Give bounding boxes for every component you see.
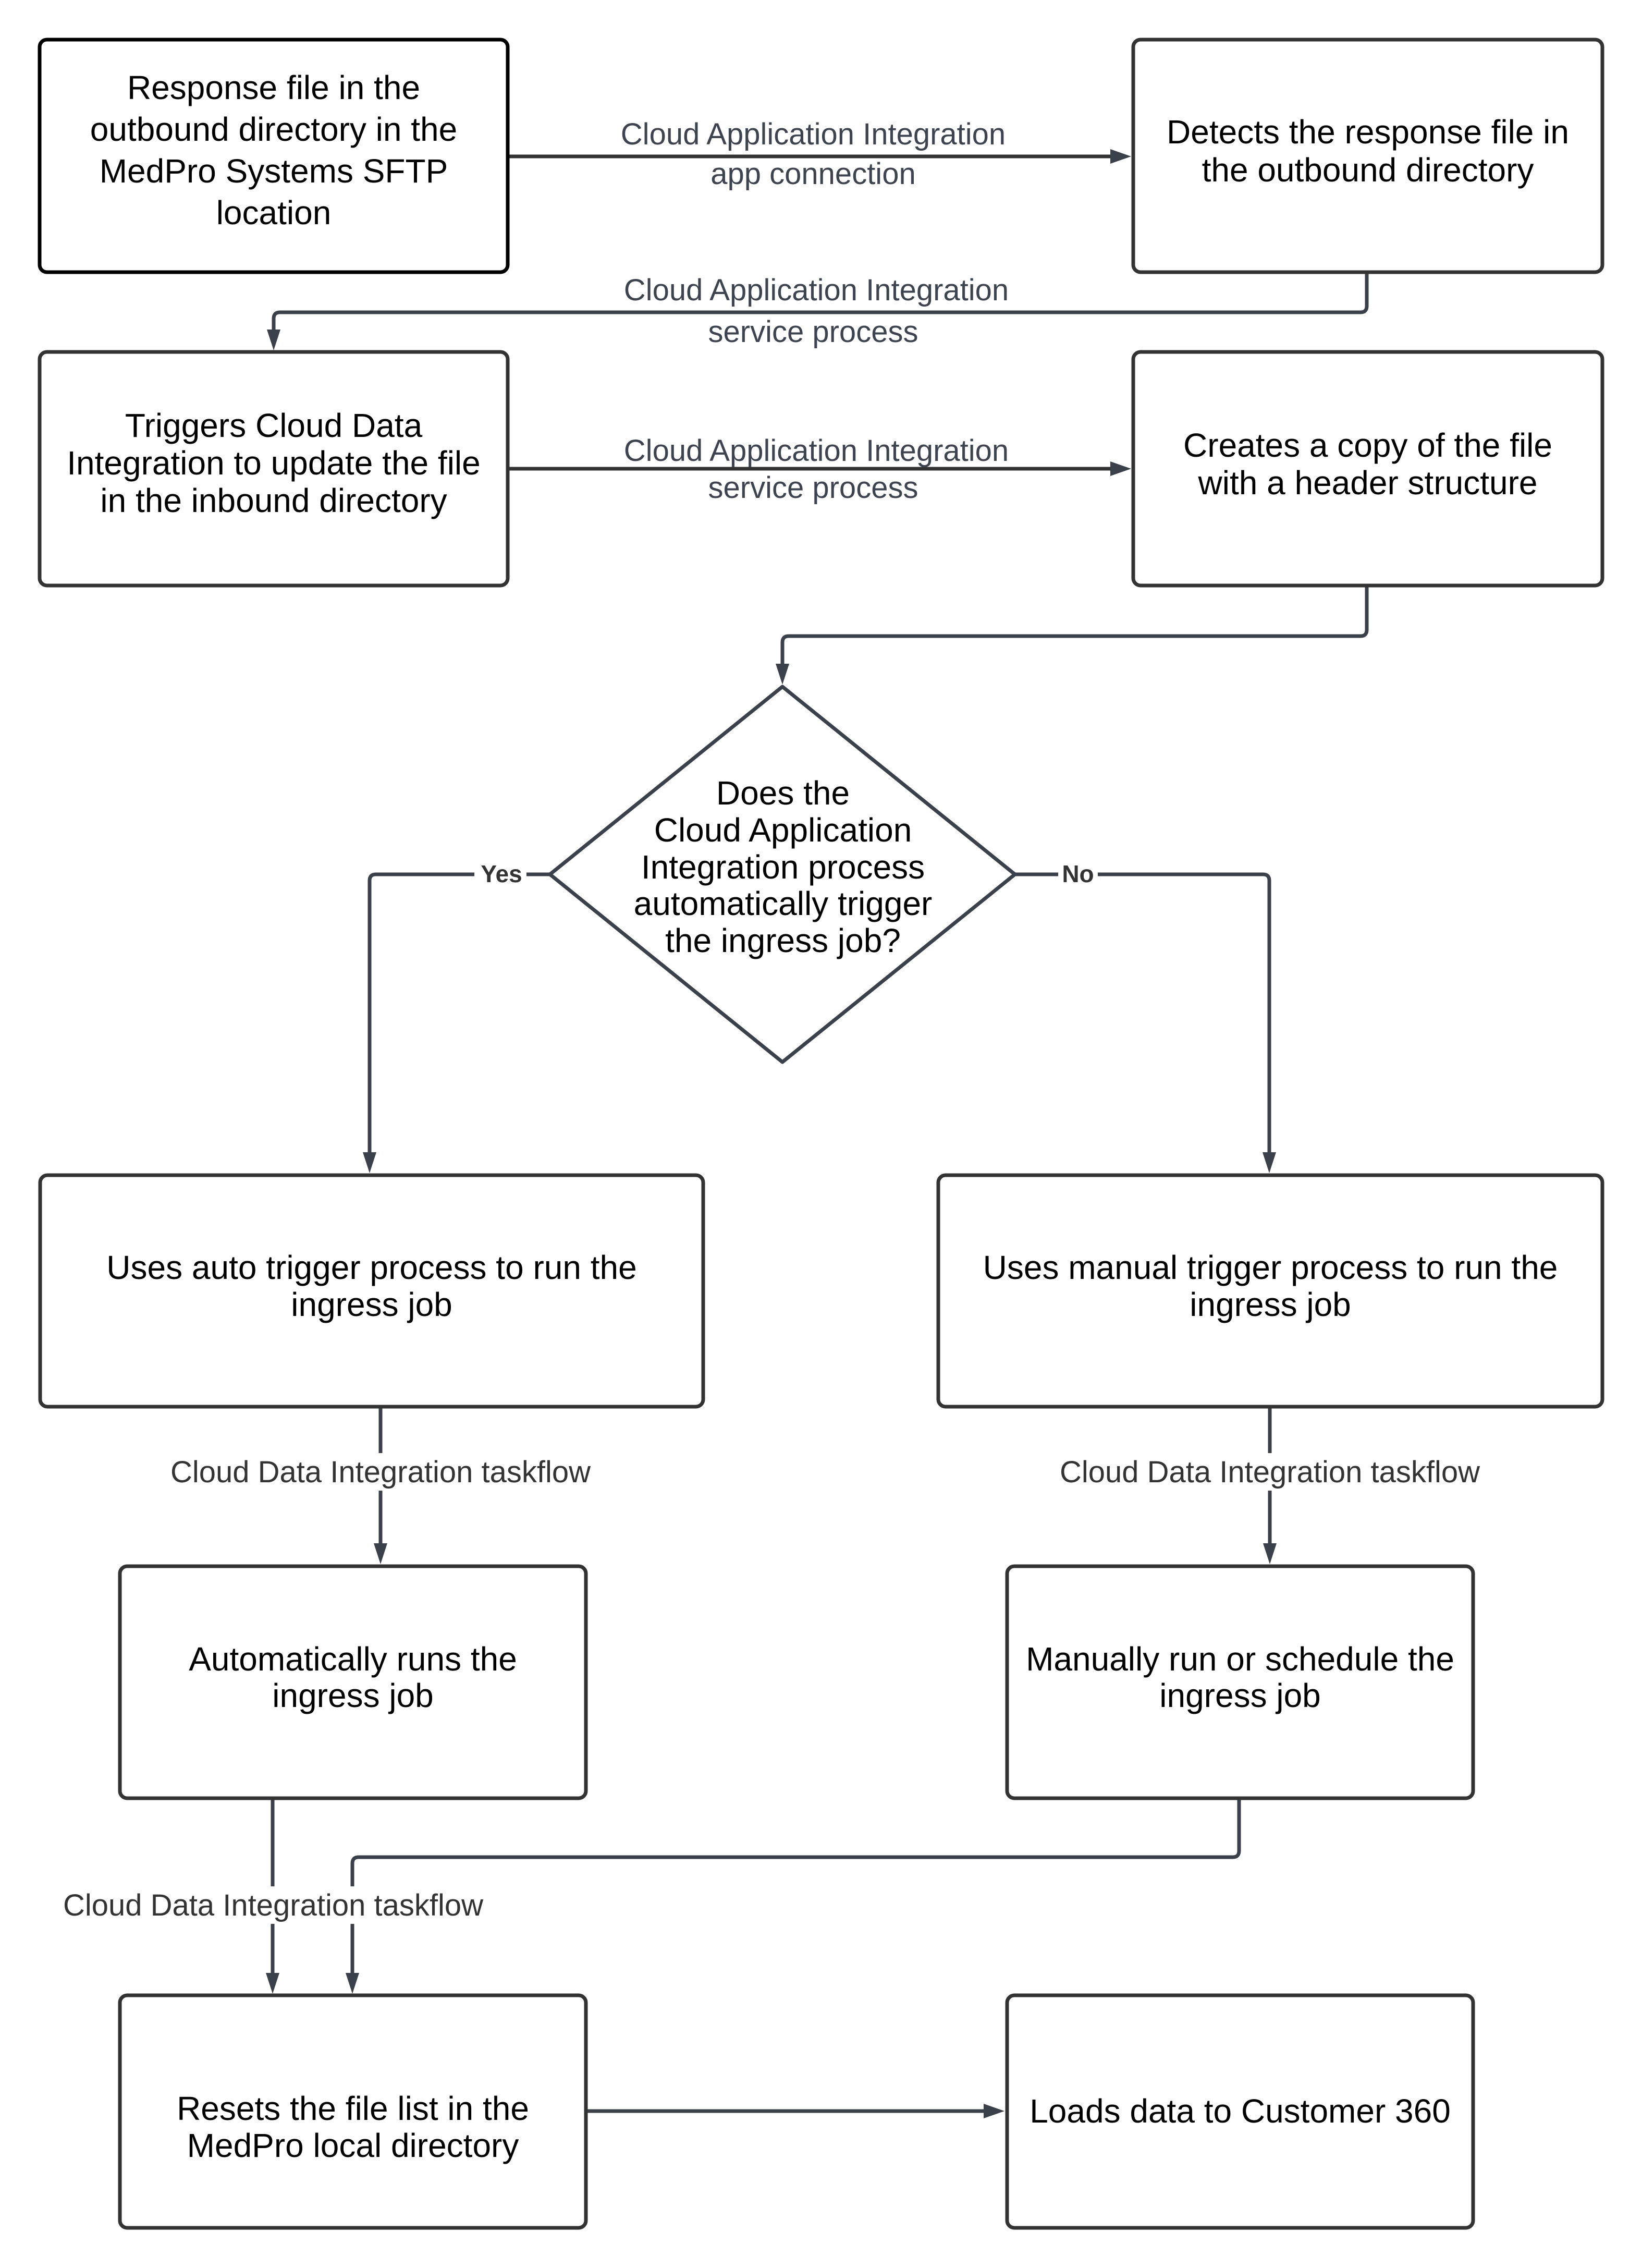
node-label: Integration to update the file: [67, 444, 480, 482]
node-label: Integration process: [641, 848, 925, 886]
arrowhead-icon: [1110, 461, 1131, 476]
arrowhead-icon: [266, 1973, 279, 1994]
node-response-file[interactable]: Response file in the outbound directory …: [38, 38, 510, 274]
node-label: Creates a copy of the file: [1183, 426, 1552, 464]
node-label: Triggers Cloud Data: [125, 407, 423, 444]
edge-label: service process: [708, 471, 918, 505]
edge-label: Cloud Data Integration taskflow: [1060, 1455, 1480, 1489]
arrowhead-icon: [1263, 1543, 1277, 1564]
node-label: Uses auto trigger process to run the: [106, 1249, 636, 1286]
edge-label: Cloud Application Integration: [624, 434, 1009, 468]
node-auto-run[interactable]: Automatically runs the ingress job: [118, 1564, 588, 1800]
node-label: ingress job: [272, 1677, 434, 1714]
node-triggers-cdi[interactable]: Triggers Cloud Data Integration to updat…: [38, 350, 510, 588]
node-label: Loads data to Customer 360: [1030, 2092, 1451, 2130]
yes-label: Yes: [481, 860, 522, 887]
edge-decision-yes: [367, 872, 549, 1156]
node-label: MedPro local directory: [187, 2127, 519, 2164]
node-manual-run[interactable]: Manually run or schedule the ingress job: [1005, 1564, 1475, 1800]
node-label: Response file in the: [127, 69, 420, 106]
node-label: the ingress job?: [665, 922, 901, 959]
node-label: the outbound directory: [1202, 151, 1534, 189]
flowchart-canvas: Cloud Application Integration app connec…: [38, 38, 1604, 2230]
node-label: with a header structure: [1198, 464, 1538, 502]
node-detects-file[interactable]: Detects the response file in the outboun…: [1131, 38, 1604, 274]
node-label: Detects the response file in: [1167, 113, 1569, 151]
node-label: automatically trigger: [634, 885, 933, 922]
node-auto-trigger[interactable]: Uses auto trigger process to run the ing…: [38, 1173, 705, 1409]
edge-label: Cloud Data Integration taskflow: [63, 1888, 484, 1922]
arrowhead-icon: [363, 1152, 376, 1173]
edge-label: Cloud Application Integration: [621, 117, 1006, 151]
node-creates-copy[interactable]: Creates a copy of the file with a header…: [1131, 350, 1604, 588]
arrowhead-icon: [1110, 149, 1131, 164]
node-label: ingress job: [1159, 1677, 1321, 1714]
arrowhead-icon: [984, 2104, 1004, 2118]
node-label: Does the: [716, 774, 850, 812]
node-label: location: [216, 194, 332, 231]
node-label: in the inbound directory: [100, 482, 447, 519]
node-label: outbound directory in the: [90, 111, 457, 148]
edge-label: Cloud Data Integration taskflow: [170, 1455, 591, 1489]
edge-label: app connection: [710, 157, 915, 191]
node-label: ingress job: [1190, 1286, 1351, 1323]
edge-creates-to-decision: [780, 587, 1369, 667]
edge-decision-no: [1015, 872, 1271, 1156]
node-label: Automatically runs the: [189, 1640, 517, 1678]
node-load-c360[interactable]: Loads data to Customer 360: [1005, 1993, 1475, 2230]
arrowhead-icon: [776, 664, 789, 685]
node-decision[interactable]: Does the Cloud Application Integration p…: [548, 685, 1017, 1064]
node-label: Cloud Application: [654, 811, 912, 849]
node-label: MedPro Systems SFTP: [100, 152, 448, 190]
edge-label: Cloud Application Integration: [624, 273, 1009, 307]
arrowhead-icon: [1263, 1152, 1276, 1173]
node-label: Resets the file list in the: [177, 2090, 529, 2127]
node-label: ingress job: [291, 1286, 452, 1323]
node-label: Uses manual trigger process to run the: [983, 1249, 1558, 1286]
arrowhead-icon: [267, 330, 280, 350]
arrowhead-icon: [374, 1543, 387, 1564]
edge-label: service process: [708, 315, 918, 349]
node-reset-list[interactable]: Resets the file list in the MedPro local…: [118, 1993, 588, 2230]
arrowhead-icon: [346, 1973, 359, 1994]
node-manual-trigger[interactable]: Uses manual trigger process to run the i…: [936, 1173, 1604, 1409]
no-label: No: [1062, 860, 1094, 887]
node-label: Manually run or schedule the: [1026, 1640, 1454, 1678]
